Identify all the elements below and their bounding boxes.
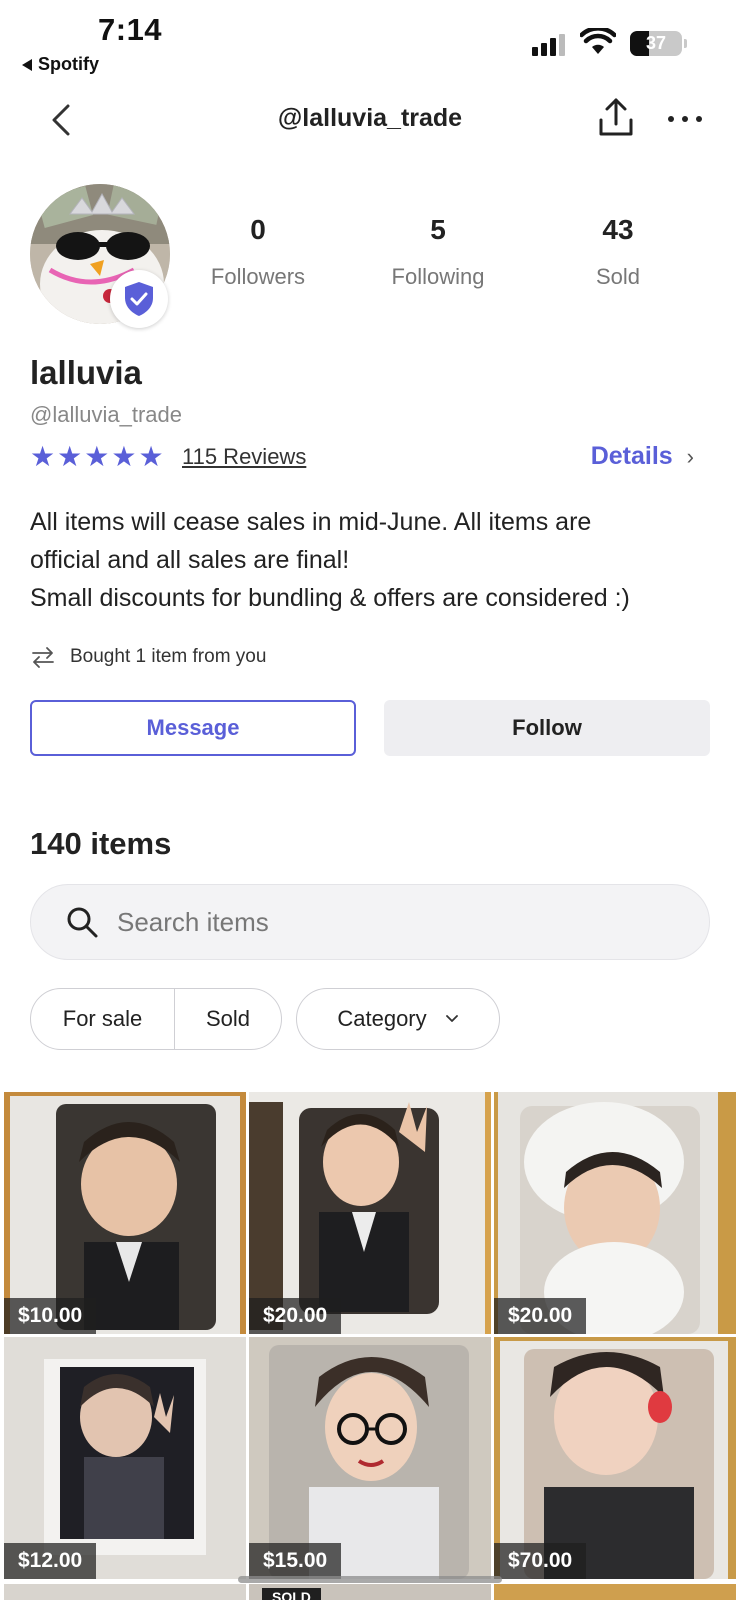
item-price: $20.00	[494, 1298, 587, 1334]
followers-label: Followers	[210, 264, 306, 289]
item-tile[interactable]: $10.00	[4, 1092, 246, 1334]
top-nav-bar: @lalluvia_trade	[0, 90, 740, 150]
status-time: 7:14	[98, 12, 163, 47]
sold-count: 43	[602, 214, 634, 245]
star-icon: ★	[84, 441, 110, 472]
details-label: Details	[590, 442, 673, 470]
chevron-down-icon	[445, 1015, 458, 1022]
bought-note-text: Bought 1 item from you	[70, 646, 267, 667]
item-tile[interactable]: $70.00	[494, 1337, 736, 1579]
share-icon[interactable]	[596, 96, 636, 138]
sale-status-toggle: For sale Sold	[30, 988, 282, 1050]
sold-label: Sold	[595, 264, 641, 289]
item-price: $70.00	[494, 1543, 587, 1579]
following-label: Following	[391, 264, 485, 289]
category-dropdown[interactable]: Category	[296, 988, 500, 1050]
item-price: $12.00	[4, 1543, 97, 1579]
reviews-link[interactable]: 115 Reviews	[182, 444, 306, 470]
item-price: $15.00	[249, 1543, 342, 1579]
verified-shield-icon	[125, 282, 153, 316]
bio-line: All items will cease sales in mid-June. …	[30, 508, 592, 536]
chevron-right-icon: ›	[686, 443, 694, 469]
wifi-icon	[580, 28, 616, 54]
swap-arrows-icon	[32, 647, 54, 668]
item-tile[interactable]: $12.00	[4, 1337, 246, 1579]
battery-nub	[684, 39, 687, 48]
status-bar: 7:14 Spotify 37	[0, 0, 740, 80]
item-tile[interactable]: $20.00	[494, 1092, 736, 1334]
star-icon: ★	[138, 441, 164, 472]
user-handle: @lalluvia_trade	[30, 402, 182, 427]
star-icon: ★	[111, 441, 137, 472]
bio-line: official and all sales are final!	[30, 546, 350, 574]
following-stat[interactable]: 5 Following	[358, 214, 518, 290]
category-label: Category	[337, 1006, 427, 1031]
battery-icon: 37	[630, 31, 682, 56]
back-triangle-icon	[22, 58, 32, 71]
star-rating: ★ ★ ★ ★ ★	[30, 442, 164, 472]
sold-stat: 43 Sold	[538, 214, 698, 290]
cellular-signal-icon	[532, 34, 565, 56]
followers-stat[interactable]: 0 Followers	[178, 214, 338, 290]
message-button[interactable]: Message	[30, 700, 356, 756]
profile-bio: All items will cease sales in mid-June. …	[30, 503, 720, 617]
search-icon	[67, 907, 98, 938]
back-to-spotify-link[interactable]: Spotify	[22, 54, 99, 75]
back-app-label: Spotify	[38, 54, 99, 74]
item-price: $10.00	[4, 1298, 97, 1334]
more-options-icon[interactable]	[665, 104, 705, 134]
search-bar[interactable]	[30, 884, 710, 960]
search-input[interactable]	[117, 906, 677, 938]
item-price: $20.00	[249, 1298, 342, 1334]
next-row-partial	[4, 1584, 736, 1600]
item-tile[interactable]: $15.00	[249, 1337, 491, 1579]
battery-percent: 37	[645, 33, 667, 53]
follow-button[interactable]: Follow	[384, 700, 710, 756]
partial-tile	[4, 1584, 246, 1600]
partial-tile	[494, 1584, 736, 1600]
rating-row: ★ ★ ★ ★ ★ 115 Reviews Details ›	[30, 440, 710, 476]
following-count: 5	[430, 214, 446, 245]
sold-tag: SOLD	[262, 1588, 321, 1600]
for-sale-filter[interactable]: For sale	[31, 989, 175, 1049]
items-count-heading: 140 items	[30, 826, 172, 861]
star-icon: ★	[30, 441, 56, 472]
bought-note: Bought 1 item from you	[30, 646, 266, 668]
home-indicator[interactable]	[238, 1576, 502, 1583]
sold-filter[interactable]: Sold	[175, 989, 281, 1049]
bio-line: Small discounts for bundling & offers ar…	[30, 584, 630, 612]
item-tile[interactable]: $20.00	[249, 1092, 491, 1334]
display-name: lalluvia	[30, 354, 142, 391]
followers-count: 0	[250, 214, 266, 245]
details-link[interactable]: Details ›	[591, 442, 694, 471]
verified-badge	[110, 270, 168, 328]
star-icon: ★	[57, 441, 83, 472]
